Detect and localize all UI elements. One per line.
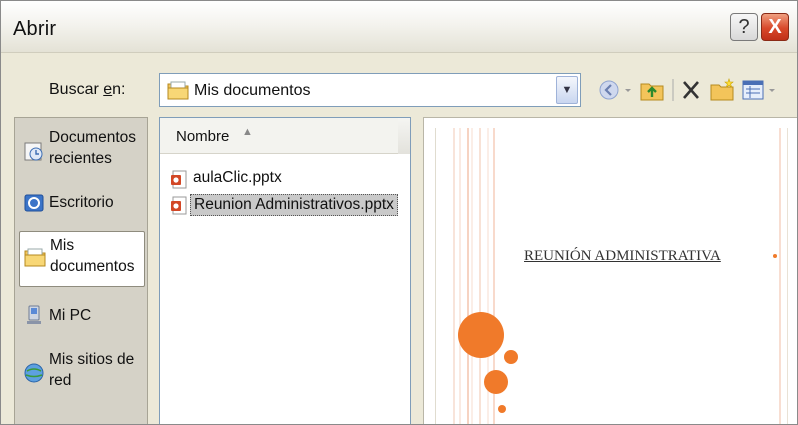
recent-documents-icon bbox=[24, 142, 43, 161]
title-bar[interactable]: Abrir ? X bbox=[1, 1, 797, 53]
lookin-label: Buscar en: bbox=[49, 81, 126, 98]
up-folder-icon[interactable] bbox=[639, 77, 665, 103]
column-name-label: Nombre bbox=[176, 128, 230, 145]
chevron-down-icon[interactable]: ▼ bbox=[556, 76, 578, 104]
place-desktop[interactable]: Escritorio bbox=[19, 180, 145, 236]
new-folder-icon[interactable] bbox=[709, 77, 735, 103]
window-title: Abrir bbox=[13, 18, 57, 40]
sort-ascending-icon: ▲ bbox=[242, 126, 253, 138]
place-my-computer[interactable]: Mi PC bbox=[19, 290, 145, 346]
preview-pane: REUNIÓN ADMINISTRATIVA bbox=[423, 117, 797, 424]
file-name: Reunion Administrativos.pptx bbox=[190, 194, 398, 216]
place-network-places[interactable]: Mis sitios de red bbox=[19, 344, 145, 400]
close-button[interactable]: X bbox=[761, 13, 789, 41]
lookin-combobox[interactable]: Mis documentos ▼ bbox=[159, 73, 581, 107]
file-item-aulaclic[interactable]: aulaClic.pptx bbox=[170, 168, 390, 192]
back-icon[interactable] bbox=[597, 77, 621, 103]
place-recent-documents[interactable]: Documentos recientes bbox=[19, 122, 145, 178]
lookin-value: Mis documentos bbox=[194, 82, 311, 99]
views-dropdown-icon[interactable] bbox=[767, 77, 777, 103]
place-my-documents[interactable]: Mis documentos bbox=[19, 231, 145, 287]
pptx-file-icon bbox=[171, 170, 187, 189]
file-list[interactable]: Nombre ▲ aulaClic.pptx Reunion Administr… bbox=[159, 117, 411, 424]
help-button[interactable]: ? bbox=[730, 13, 758, 41]
slide-decoration bbox=[453, 128, 781, 424]
pptx-file-icon bbox=[171, 196, 187, 215]
file-item-reunion-administrativos[interactable]: Reunion Administrativos.pptx bbox=[170, 194, 408, 218]
places-bar: Documentos recientes Escritorio Mis docu… bbox=[14, 117, 148, 424]
my-documents-icon bbox=[24, 248, 46, 267]
slide-title: REUNIÓN ADMINISTRATIVA bbox=[524, 248, 721, 264]
desktop-icon bbox=[24, 194, 44, 212]
views-icon[interactable] bbox=[741, 77, 765, 103]
column-header-name[interactable]: Nombre ▲ bbox=[160, 118, 398, 154]
column-header-spacer bbox=[398, 118, 410, 154]
folder-icon bbox=[167, 81, 189, 100]
delete-icon[interactable] bbox=[679, 77, 703, 103]
toolbar-separator bbox=[672, 79, 674, 101]
network-places-icon bbox=[24, 363, 44, 383]
file-name: aulaClic.pptx bbox=[193, 169, 282, 186]
open-dialog: Abrir ? X Buscar en: Mis documentos ▼ Do… bbox=[0, 0, 798, 425]
my-computer-icon bbox=[27, 305, 41, 324]
back-dropdown-icon[interactable] bbox=[623, 77, 633, 103]
slide-preview: REUNIÓN ADMINISTRATIVA bbox=[435, 128, 788, 424]
